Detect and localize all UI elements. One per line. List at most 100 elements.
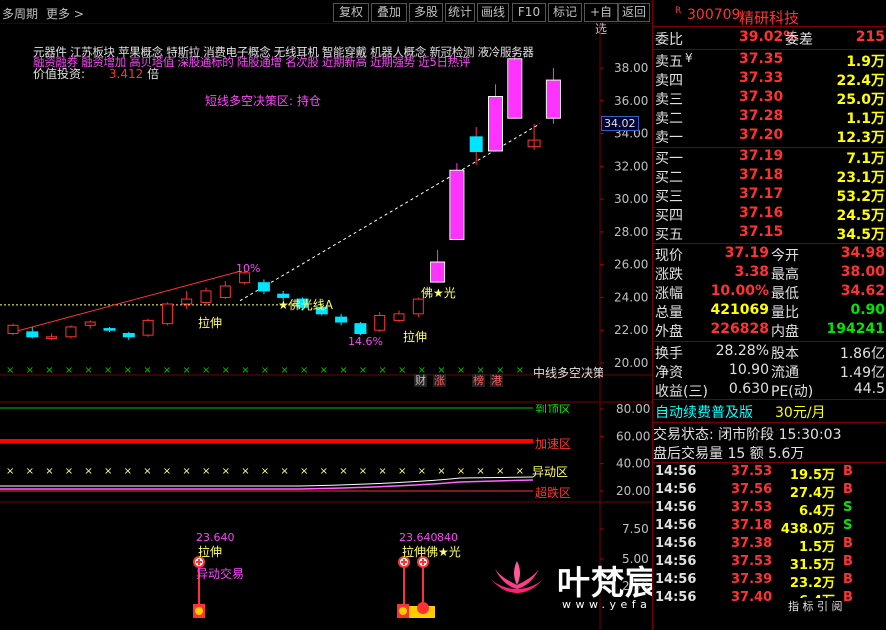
cross-mark: × [320,365,328,376]
stock-header: R 300709 精研科技 [653,4,886,27]
cross-mark: × [26,365,34,376]
stat-value: 10.90 [728,362,769,378]
candle-body [26,331,39,338]
weibi-row: 委比 39.02% 委差 215 [653,29,886,48]
stat-label: 内盘 [771,324,799,340]
toolbar-button-6[interactable]: 标记 [548,3,582,22]
tick-price: 37.18 [731,518,773,533]
stat-row: 涨幅 10.00% 最低 34.62 [653,283,886,302]
stat-value: 1.86亿 [839,346,885,362]
ask-row[interactable]: 卖五 ¥37.35 1.9万 [653,51,886,70]
stat-value: 34.98 [840,245,885,261]
ask-flag: ¥ [685,51,693,65]
bid-volume: 7.1万 [846,151,885,167]
tick-price: 37.56 [731,482,773,497]
cross-mark: × [320,466,328,477]
toolbar-button-0[interactable]: 复权 [333,3,369,22]
period-selector[interactable]: 多周期 [2,5,38,22]
stat-value: 0.630 [728,381,769,397]
tick-price: 37.53 [731,464,773,479]
stat-label: 最低 [771,286,799,302]
cross-mark: × [300,365,308,376]
ask-label: 卖四 [655,73,683,89]
cross-mark: × [182,365,190,376]
kline-chart[interactable]: 38.0036.0034.0032.0030.0028.0026.0024.00… [0,24,652,630]
tick-side: S [843,518,853,533]
weibi-label: 委比 [655,32,683,48]
stat-label: 外盘 [655,324,683,340]
toolbar-button-5[interactable]: F10 [512,3,546,22]
cross-mark: × [124,365,132,376]
price-tick-label: 20.00 [614,356,648,370]
bid-row[interactable]: 买二 37.18 23.1万 [653,167,886,186]
ask-label: 卖一 [655,130,683,146]
candle-body [508,59,522,118]
stat-label: 换手 [655,346,683,362]
stat-label: 今开 [771,248,799,264]
cross-mark: × [124,466,132,477]
candle-body [257,282,270,292]
tick-price: 37.53 [731,500,773,515]
ask-row[interactable]: 卖一 37.20 12.3万 [653,127,886,146]
cross-mark: × [222,466,230,477]
ask-price: 37.20 [739,127,784,143]
tick-row: 14:5637.406.4万B [653,590,886,609]
toolbar-button-4[interactable]: 画线 [477,3,509,22]
stat-value: 28.28% [715,343,769,359]
ask-row[interactable]: 卖二 37.28 1.1万 [653,108,886,127]
cross-mark: × [339,466,347,477]
stat-label: 收益(三) [655,384,708,400]
bottom-yidong-label: 异动交易 [196,567,245,581]
quote-panel: R 300709 精研科技 委比 39.02% 委差 215 卖五 ¥37.35 1… [652,0,886,630]
cross-mark: × [202,466,210,477]
cross-mark: × [398,466,406,477]
tick-row: 14:56 37.53 31.5万 B [653,554,886,573]
toolbar-button-8[interactable]: 返回 [618,3,650,22]
stat-row: 现价 37.19 今开 34.98 [653,245,886,264]
toolbar-button-7[interactable]: +自选 [584,3,618,36]
stock-tag[interactable]: 涨 [433,374,446,387]
bid-label: 买四 [655,208,683,224]
cross-mark: × [65,365,73,376]
ask-row[interactable]: 卖三 37.30 25.0万 [653,89,886,108]
bid-row[interactable]: 买四 37.16 24.5万 [653,205,886,224]
more-menu[interactable]: 更多 > [46,5,84,22]
tick-price: 37.39 [731,572,773,587]
stock-tag[interactable]: 榜 [472,374,485,387]
bid-row[interactable]: 买三 37.17 53.2万 [653,186,886,205]
cross-mark: × [300,466,308,477]
toolbar-button-3[interactable]: 统计 [445,3,475,22]
mid-tick-label: 40.00 [616,457,650,471]
tick-side: B [843,482,853,497]
cross-mark: × [261,466,269,477]
cross-mark: × [45,466,53,477]
stat-label: 最高 [771,267,799,283]
ask-label: 卖二 [655,111,683,127]
panel-tabs[interactable]: 指 标 引 阅 [788,598,843,614]
cross-mark: × [222,365,230,376]
cross-mark: × [516,365,524,376]
tick-row: 14:56 37.56 27.4万 B [653,482,886,501]
trade-status: 交易状态: 闭市阶段 15:30:03 [653,427,842,443]
stock-tag[interactable]: 港 [490,374,503,387]
cross-mark: × [516,466,524,477]
strategy-label: 短线多空决策区: 持仓 [205,94,321,108]
stat-row: 净资 10.90 流通 1.49亿 [653,362,886,381]
stat-row: 涨跌 3.38 最高 38.00 [653,264,886,283]
candle-body [335,316,348,323]
toolbar-button-2[interactable]: 多股 [409,3,443,22]
cross-mark: × [496,466,504,477]
ask-volume: 25.0万 [836,92,885,108]
toolbar-button-1[interactable]: 叠加 [371,3,407,22]
price-tick-label: 22.00 [614,323,648,337]
ad-banner[interactable]: 自动续费普及版 30元/月 [653,402,886,421]
more-label: 更多 [46,7,71,21]
bid-row[interactable]: 买五 37.15 34.5万 [653,224,886,243]
ask-row[interactable]: 卖四 37.33 22.4万 [653,70,886,89]
candle-body [469,136,483,153]
stock-tag[interactable]: 财 [414,374,427,387]
bid-row[interactable]: 买一 37.19 7.1万 [653,148,886,167]
stat-row: 外盘 226828 内盘 194241 [653,321,886,340]
ask-label: 卖五 [655,54,683,70]
indicator-curve [0,476,534,487]
